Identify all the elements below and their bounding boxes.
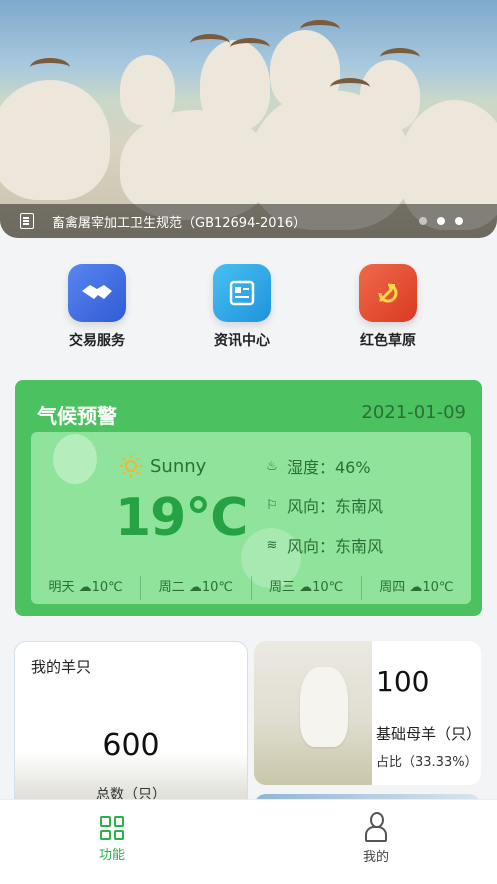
banner-caption-bar[interactable]: 畜禽屠宰加工卫生规范（GB12694-2016）	[0, 204, 497, 238]
forecast-day: 周四 ☁10℃	[360, 576, 471, 600]
ewe-count-label: 基础母羊（只）	[376, 725, 481, 743]
carousel-dot[interactable]	[419, 217, 427, 225]
weather-date: 2021-01-09	[361, 402, 466, 423]
tab-functions[interactable]: 功能	[62, 812, 162, 863]
forecast-temp: 10℃	[312, 580, 344, 595]
forecast-temp: 10℃	[422, 580, 454, 595]
user-icon	[364, 812, 388, 842]
handshake-icon	[68, 264, 126, 322]
wind-row: ≋ 风向：东南风	[263, 533, 383, 557]
grid-icon	[100, 816, 124, 840]
humidity-icon: ♨	[266, 458, 278, 474]
my-sheep-title: 我的羊只	[31, 658, 92, 676]
sun-icon	[120, 455, 142, 477]
wind-direction-row: ⚐ 风向：东南风	[263, 493, 383, 517]
quick-action-label: 红色草原	[360, 333, 416, 349]
horn-shape	[330, 78, 370, 97]
quick-action-label: 交易服务	[69, 333, 125, 349]
breeding-ewe-card[interactable]: 100 基础母羊（只） 占比（33.33%）	[254, 641, 481, 785]
humidity-row: ♨ 湿度：46%	[263, 454, 371, 478]
quick-action-trade[interactable]: 交易服务	[42, 264, 152, 350]
cloud-icon: ☁	[299, 580, 313, 595]
banner-carousel[interactable]: 畜禽屠宰加工卫生规范（GB12694-2016）	[0, 0, 497, 238]
horn-shape	[300, 20, 340, 39]
carousel-dot-active[interactable]	[437, 217, 445, 225]
quick-action-red-grassland[interactable]: 红色草原	[333, 264, 443, 350]
horn-shape	[190, 34, 230, 53]
ewe-count-value: 100	[376, 665, 430, 698]
forecast-day: 周二 ☁10℃	[140, 576, 250, 600]
goat-image	[120, 55, 175, 125]
document-icon	[20, 213, 34, 229]
forecast-temp: 10℃	[91, 580, 123, 595]
weather-card[interactable]: 气候预警 2021-01-09 Sunny 19℃ ♨ 湿度：46% ⚐ 风向：…	[15, 380, 482, 616]
tab-mine[interactable]: 我的	[326, 812, 426, 865]
wind-text: 风向：东南风	[287, 537, 384, 556]
banner-caption-text: 畜禽屠宰加工卫生规范（GB12694-2016）	[52, 215, 307, 231]
goat-image	[0, 80, 110, 200]
forecast-day-label: 周二	[158, 580, 185, 595]
horn-shape	[230, 38, 270, 57]
goat-image	[300, 667, 348, 747]
forecast-day: 明天 ☁10℃	[31, 576, 140, 600]
quick-action-label: 资讯中心	[214, 333, 270, 349]
my-sheep-card[interactable]: 我的羊只 600 总数（只）	[14, 641, 248, 813]
weather-title: 气候预警	[37, 404, 117, 428]
wind-vane-icon: ⚐	[266, 497, 278, 513]
news-icon	[213, 264, 271, 322]
humidity-text: 湿度：46%	[287, 458, 371, 477]
forecast-day: 周三 ☁10℃	[250, 576, 361, 600]
forecast-day-label: 周四	[379, 580, 406, 595]
weather-panel: Sunny 19℃ ♨ 湿度：46% ⚐ 风向：东南风 ≋ 风向：东南风 明天 …	[31, 432, 471, 604]
cloud-icon: ☁	[78, 580, 92, 595]
weather-condition: Sunny	[150, 456, 207, 477]
party-emblem-icon	[359, 264, 417, 322]
forecast-day-label: 周三	[268, 580, 295, 595]
quick-actions: 交易服务 资讯中心 红色草原	[0, 264, 497, 354]
cloud-icon: ☁	[409, 580, 423, 595]
tab-label: 我的	[362, 850, 389, 865]
ewe-image	[254, 641, 372, 785]
sheep-total-value: 600	[102, 728, 160, 763]
quick-action-news[interactable]: 资讯中心	[187, 264, 297, 350]
carousel-dot[interactable]	[455, 217, 463, 225]
forecast-temp: 10℃	[201, 580, 234, 595]
current-temperature: 19℃	[115, 488, 248, 548]
ewe-ratio: 占比（33.33%）	[376, 755, 478, 770]
carousel-indicator	[419, 217, 463, 225]
wind-direction-text: 风向：东南风	[287, 497, 384, 516]
forecast-strip: 明天 ☁10℃ 周二 ☁10℃ 周三 ☁10℃ 周四 ☁10℃	[31, 576, 471, 600]
forecast-day-label: 明天	[48, 580, 75, 595]
bottom-tab-bar: 功能 我的	[0, 799, 497, 884]
cloud-icon: ☁	[188, 580, 202, 595]
decorative-bubble	[53, 434, 97, 484]
horn-shape	[380, 48, 420, 67]
wind-icon: ≋	[266, 537, 278, 553]
tab-label: 功能	[98, 848, 125, 863]
horn-shape	[30, 58, 70, 77]
